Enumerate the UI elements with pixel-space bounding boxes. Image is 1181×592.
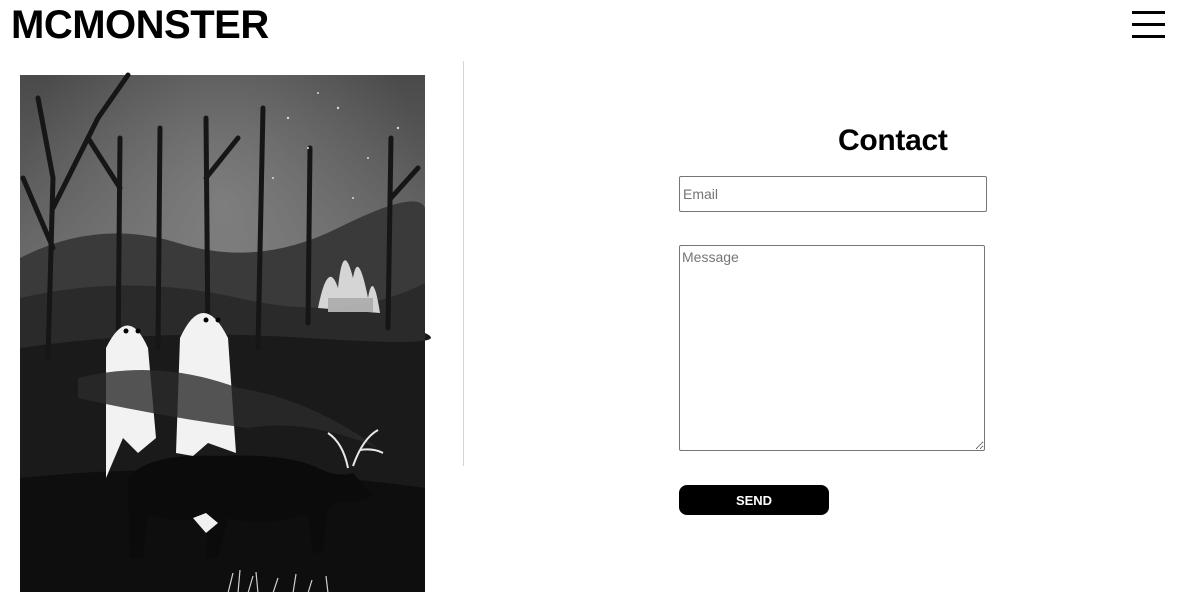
- contact-heading: Contact: [838, 124, 948, 157]
- hamburger-bar: [1132, 11, 1165, 14]
- send-button[interactable]: SEND: [679, 485, 829, 515]
- hamburger-bar: [1132, 23, 1165, 26]
- vertical-divider: [463, 61, 464, 466]
- message-field[interactable]: [679, 245, 985, 451]
- hamburger-bar: [1132, 35, 1165, 38]
- email-field[interactable]: [679, 176, 987, 212]
- hamburger-menu-icon[interactable]: [1132, 11, 1166, 39]
- artwork-image: [20, 72, 431, 592]
- page: MCMONSTER Contact Email Message SEND: [0, 0, 1181, 592]
- site-logo[interactable]: MCMONSTER: [11, 3, 269, 47]
